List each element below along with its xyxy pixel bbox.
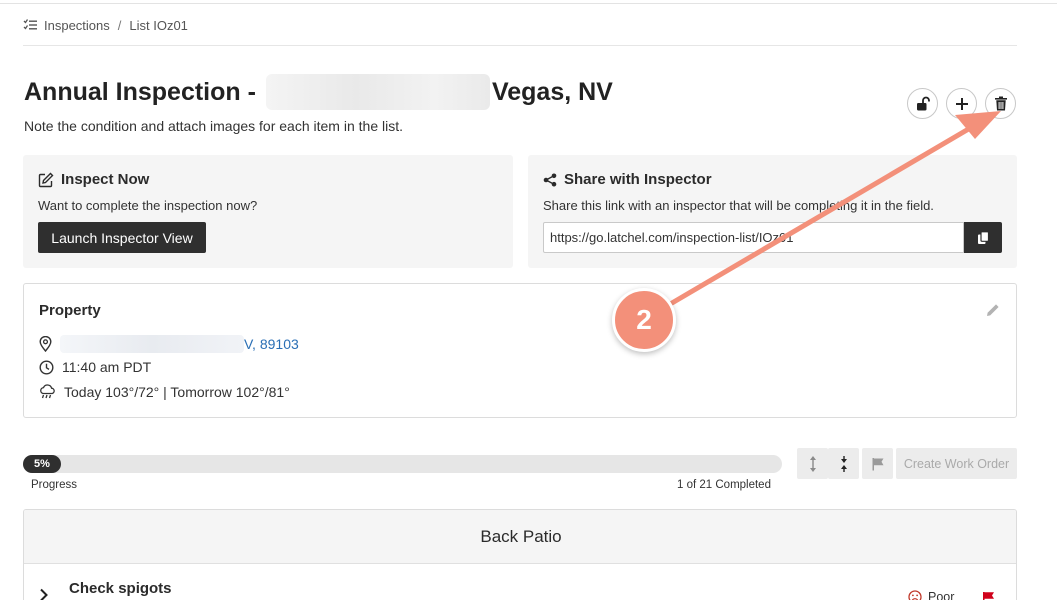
- share-text: Share this link with an inspector that w…: [543, 198, 934, 213]
- property-card: Property V, 89103 11:40 am PDT Today 103…: [23, 283, 1017, 418]
- inspect-now-card: Inspect Now Want to complete the inspect…: [23, 155, 513, 268]
- breadcrumb-inspections-link[interactable]: Inspections: [44, 18, 110, 33]
- add-button[interactable]: [946, 88, 977, 119]
- share-title: Share with Inspector: [564, 171, 712, 188]
- share-link-field[interactable]: https://go.latchel.com/inspection-list/I…: [543, 222, 964, 253]
- copy-icon: [977, 230, 989, 244]
- delete-button[interactable]: [985, 88, 1016, 119]
- list-item-status-label: Poor: [928, 590, 955, 600]
- collapse-all-button[interactable]: [828, 448, 859, 479]
- property-weather: Today 103°/72° | Tomorrow 102°/81°: [64, 384, 290, 400]
- page-title: Annual Inspection - Vegas, NV: [24, 74, 613, 110]
- property-time: 11:40 am PDT: [62, 359, 152, 375]
- expand-arrows-icon: [809, 455, 816, 472]
- property-title: Property: [39, 302, 101, 319]
- copy-link-button[interactable]: [964, 222, 1002, 253]
- progress-bar: 5%: [23, 455, 782, 473]
- checklist-icon: [23, 19, 37, 30]
- share-icon: [543, 173, 557, 186]
- progress-fill: 5%: [23, 455, 61, 473]
- page-title-prefix: Annual Inspection -: [24, 77, 256, 106]
- map-marker-icon: [39, 336, 52, 352]
- trash-icon: [994, 96, 1007, 111]
- inspect-now-title: Inspect Now: [61, 171, 150, 188]
- chevron-right-icon[interactable]: [39, 588, 49, 600]
- clock-icon: [39, 359, 54, 375]
- collapse-arrows-icon: [840, 455, 847, 472]
- edit-square-icon: [38, 172, 54, 187]
- frown-icon: [908, 590, 922, 600]
- list-item[interactable]: Check spigots Poor: [24, 564, 1016, 600]
- unlock-icon: [916, 96, 930, 110]
- plus-icon: [955, 97, 968, 110]
- breadcrumb: Inspections / List IOz01: [23, 16, 188, 34]
- inspection-section: Back Patio Check spigots Poor: [23, 509, 1017, 600]
- page-title-suffix: Vegas, NV: [491, 77, 613, 106]
- redacted-street-address: [60, 335, 244, 353]
- property-time-row: 11:40 am PDT: [39, 359, 151, 375]
- list-item-label: Check spigots: [69, 580, 172, 597]
- progress-label: Progress: [31, 479, 78, 491]
- step-badge: 2: [612, 288, 676, 352]
- flag-icon[interactable]: [982, 591, 995, 600]
- property-weather-row: Today 103°/72° | Tomorrow 102°/81°: [39, 384, 290, 400]
- share-card: Share with Inspector Share this link wit…: [528, 155, 1017, 268]
- flag-filter-button[interactable]: [862, 448, 893, 479]
- inspect-now-heading: Inspect Now: [38, 171, 149, 188]
- page-subtitle: Note the condition and attach images for…: [24, 118, 403, 134]
- create-work-order-button[interactable]: Create Work Order: [896, 448, 1017, 479]
- cloud-rain-icon: [40, 384, 55, 399]
- breadcrumb-current: List IOz01: [129, 17, 188, 33]
- property-address-row: V, 89103: [39, 335, 299, 353]
- unlock-button[interactable]: [907, 88, 938, 119]
- launch-inspector-view-button[interactable]: Launch Inspector View: [38, 222, 206, 253]
- property-address-link[interactable]: V, 89103: [244, 336, 299, 352]
- inspect-now-text: Want to complete the inspection now?: [38, 198, 258, 213]
- redacted-address: [265, 74, 490, 110]
- progress-count: 1 of 21 Completed: [677, 479, 771, 491]
- expand-all-button[interactable]: [797, 448, 828, 479]
- flag-icon: [872, 457, 883, 470]
- section-title: Back Patio: [24, 510, 1016, 564]
- breadcrumb-separator: /: [117, 17, 122, 33]
- list-item-status[interactable]: Poor: [908, 590, 954, 600]
- share-heading: Share with Inspector: [543, 171, 712, 188]
- breadcrumb-divider: [23, 45, 1017, 46]
- pencil-icon[interactable]: [985, 302, 1001, 318]
- top-border: [0, 3, 1057, 4]
